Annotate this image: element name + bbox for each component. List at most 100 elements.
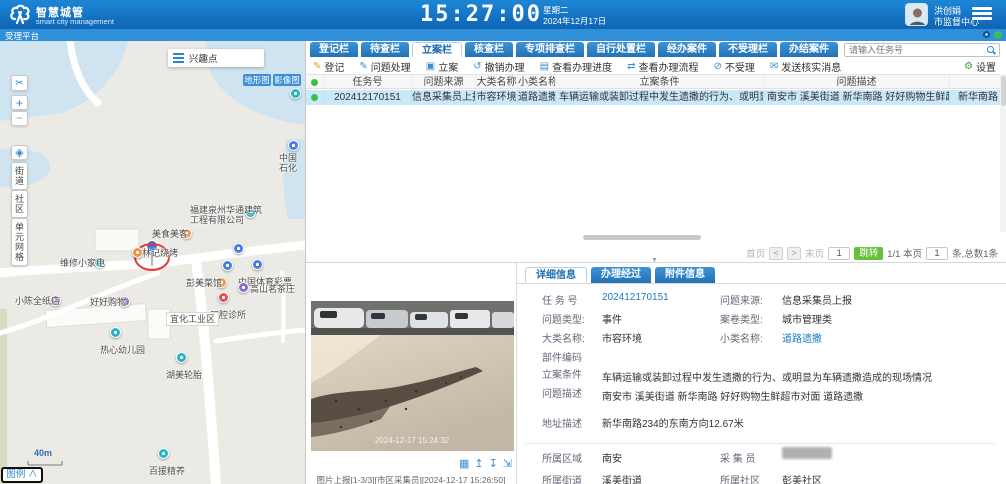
next-page-button[interactable]: > [787, 247, 801, 260]
col-minor[interactable]: 小类名称 [518, 75, 556, 88]
status-dot-icon[interactable] [994, 31, 1002, 39]
row-description: 南安市 溪美街道 新华南路 好好购物生鲜超市对面 道... [764, 90, 950, 105]
poi-dental-clinic-marker[interactable] [218, 292, 229, 303]
reject-button[interactable]: ⊘不受理 [713, 59, 754, 74]
col-major[interactable]: 大类名称 [476, 75, 518, 88]
region-value: 南安 [602, 454, 622, 465]
collector-value-redacted [782, 447, 832, 459]
tab-rejected[interactable]: 不受理栏 [719, 42, 777, 57]
prev-page-button[interactable]: < [769, 247, 783, 260]
report-photo[interactable]: 2024-12-17 15:24:32 [311, 301, 514, 451]
first-page-button[interactable]: 首页 [746, 246, 765, 260]
poi-marker-blue-2-marker[interactable] [233, 243, 244, 254]
row-road: 新华南路 [950, 90, 1006, 105]
poi-sports-lottery-marker[interactable] [252, 259, 263, 270]
case-panel: 登记栏 待查栏 立案栏 核查栏 专项排查栏 自行处置栏 经办案件 不受理栏 办结… [305, 41, 1006, 484]
poi-baiyuan-marker[interactable] [158, 448, 169, 459]
task-search-input[interactable] [845, 45, 987, 55]
download-icon[interactable]: ↧ [489, 457, 498, 470]
table-row[interactable]: 202412170151 信息采集员上报 市容环境 道路遗撒 车辆运输或装卸过程… [306, 90, 1006, 105]
tab-pending-check[interactable]: 待查栏 [361, 42, 409, 57]
target-icon[interactable] [983, 31, 990, 38]
vertical-scrollbar[interactable] [1000, 74, 1006, 232]
cancel-handle-button[interactable]: ↺撤销办理 [473, 59, 524, 74]
view-progress-button[interactable]: ▤查看办理进度 [540, 59, 612, 74]
jump-button[interactable]: 跳转 [854, 247, 883, 260]
poi-gaoshan-teahouse-marker[interactable] [238, 282, 249, 293]
poi-meishi-meike-label: 美食美客 [152, 229, 188, 239]
map-scale-label: 40m [34, 448, 52, 458]
file-case-button[interactable]: ▣立案 [426, 59, 458, 74]
row-source: 信息采集员上报 [412, 90, 476, 105]
col-road[interactable] [950, 75, 1006, 88]
poi-sinopec-marker[interactable] [288, 140, 299, 151]
layer-street-button[interactable]: 街道 [11, 162, 28, 190]
zoom-out-button[interactable]: − [11, 111, 28, 126]
tab-attachments[interactable]: 附件信息 [655, 267, 715, 283]
col-condition[interactable]: 立案条件 [556, 75, 764, 88]
search-icon[interactable] [987, 46, 995, 54]
task-no-value[interactable]: 202412170151 [602, 292, 669, 303]
tab-closed-cases[interactable]: 办结案件 [780, 42, 838, 57]
detail-panel: 详细信息 办理经过 附件信息 任 务 号 202412170151 问题来源: … [516, 263, 1006, 484]
poi-menu-icon[interactable] [173, 51, 184, 65]
task-no-label: 任 务 号 [542, 296, 578, 307]
poi-rexin-kindergarten-marker[interactable] [110, 327, 121, 338]
image-caption: 图片上报[1-3/3][市区采集员][2024-12-17 15:26:50] [306, 474, 516, 484]
legend-toggle[interactable]: 图例 [1, 467, 43, 483]
avatar-image [906, 4, 928, 26]
user-avatar[interactable] [905, 3, 928, 26]
problem-handle-button[interactable]: ✎问题处理 [359, 59, 410, 74]
terrain-map-button[interactable]: 地形图 [243, 74, 271, 86]
tab-verify[interactable]: 核查栏 [465, 42, 513, 57]
tab-case-filing[interactable]: 立案栏 [412, 42, 462, 57]
image-thumbnail-icon[interactable]: ▦ [459, 457, 469, 470]
horizontal-scrollbar[interactable] [583, 235, 701, 240]
pencil-icon: ✎ [359, 61, 367, 72]
tab-register[interactable]: 登记栏 [310, 42, 358, 57]
col-source[interactable]: 问题来源 [412, 75, 476, 88]
tab-self-disposal[interactable]: 自行处置栏 [587, 42, 655, 57]
col-description[interactable]: 问题描述 [764, 75, 950, 88]
table-header: 任务号 问题来源 大类名称 小类名称 立案条件 问题描述 [306, 74, 1006, 89]
imagery-map-button[interactable]: 影像图 [273, 74, 301, 86]
poi-humei-tires-marker[interactable] [176, 352, 187, 363]
layer-community-button[interactable]: 社区 [11, 190, 28, 218]
tab-handled-cases[interactable]: 经办案件 [658, 42, 716, 57]
settings-button[interactable]: ⚙设置 [964, 59, 996, 74]
upload-icon[interactable]: ↥ [474, 457, 483, 470]
fullscreen-icon[interactable]: ⇲ [503, 457, 512, 470]
layer-unit-grid-button[interactable]: 单元网格 [11, 218, 28, 266]
poi-marker-blue-1-marker[interactable] [222, 260, 233, 271]
page-number-input[interactable] [828, 247, 850, 260]
case-toolbar: ✎登记 ✎问题处理 ▣立案 ↺撤销办理 ▤查看办理进度 ⇄查看办理流程 ⊘不受理… [313, 59, 841, 73]
tab-detail-info[interactable]: 详细信息 [525, 267, 587, 283]
case-type-value: 城市管理类 [782, 315, 832, 326]
poi-xiaochen-paper-label: 小陈全纸店 [15, 296, 60, 306]
measure-tool-button[interactable]: ✂ [11, 75, 28, 91]
send-verify-message-button[interactable]: ✉发送核实消息 [770, 59, 841, 74]
minor-class-value[interactable]: 道路遗撒 [782, 334, 822, 345]
flow-icon: ⇄ [627, 61, 635, 72]
last-page-button[interactable]: 末页 [805, 246, 824, 260]
status-column-header [306, 75, 324, 88]
description-value: 南安市 溪美街道 新华南路 好好购物生鲜超市对面 道路遗撒 [602, 392, 863, 403]
region-label: 所属区域 [542, 454, 582, 465]
poi-yihua-industrial-label: 宜化工业区 [166, 312, 219, 326]
map-panel[interactable]: 中国石化福建泉州华通建筑 工程有限公司美食美客林记烧烤维修小家电中国体育彩票彭美… [0, 41, 305, 484]
tab-handling-process[interactable]: 办理经过 [591, 267, 651, 283]
col-task-no[interactable]: 任务号 [324, 75, 412, 88]
layers-button[interactable]: ◈ [11, 145, 28, 160]
map-search-box[interactable]: 兴趣点 [168, 49, 264, 67]
zoom-in-button[interactable]: + [11, 95, 28, 110]
register-button[interactable]: ✎登记 [313, 59, 344, 74]
poi-marker-teal-marker[interactable] [290, 88, 301, 99]
menu-icon[interactable] [972, 7, 992, 21]
image-toolbar: ▦ ↥ ↧ ⇲ [459, 457, 512, 470]
tab-special-inspection[interactable]: 专项排查栏 [516, 42, 584, 57]
page-size-input[interactable] [926, 247, 948, 260]
view-flow-button[interactable]: ⇄查看办理流程 [627, 59, 698, 74]
brand-logo-icon [8, 3, 32, 26]
top-header: 智慧城管 smart city management 15:27:00 星期二 … [0, 0, 1006, 29]
problem-type-value: 事件 [602, 315, 622, 326]
